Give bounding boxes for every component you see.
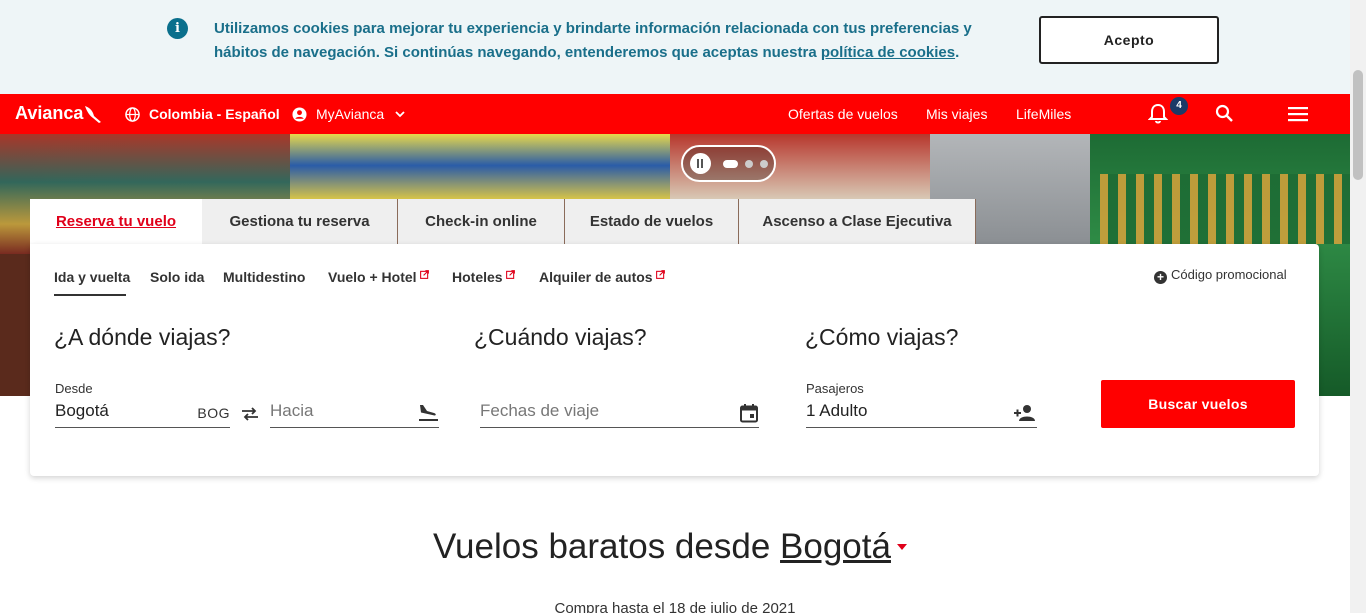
destination-placeholder: Hacia: [270, 401, 314, 420]
page: i Utilizamos cookies para mejorar tu exp…: [0, 0, 1366, 613]
add-person-icon: [1014, 405, 1035, 421]
deals-subtitle: Compra hasta el 18 de julio de 2021: [554, 600, 796, 613]
origin-field[interactable]: Bogotá BOG: [55, 401, 230, 428]
how-heading: ¿Cómo viajas?: [805, 324, 959, 350]
plus-circle-icon: +: [1154, 271, 1167, 284]
subtab-active-indicator: [54, 294, 126, 296]
from-label: Desde: [55, 381, 93, 396]
page-scrollbar[interactable]: [1350, 0, 1366, 613]
external-link-icon: [505, 270, 515, 279]
top-navbar: Avianca Colombia - Español MyAvianca Ofe…: [0, 94, 1350, 134]
subtab-ida-y-vuelta[interactable]: Ida y vuelta: [54, 269, 130, 285]
info-icon: i: [167, 18, 188, 39]
search-icon[interactable]: [1215, 104, 1234, 123]
subtab-alquiler-de-autos[interactable]: Alquiler de autos: [539, 269, 665, 285]
promo-code-label: Código promocional: [1171, 267, 1287, 282]
accept-cookies-button[interactable]: Acepto: [1039, 16, 1219, 64]
cookie-banner: i Utilizamos cookies para mejorar tu exp…: [0, 0, 1350, 94]
promo-code-link[interactable]: + Código promocional: [1154, 267, 1287, 284]
tab-ascenso-ejecutiva[interactable]: Ascenso a Clase Ejecutiva: [739, 199, 976, 244]
dates-field[interactable]: Fechas de viaje: [480, 401, 759, 428]
cookie-message-suffix: .: [955, 44, 960, 61]
subtab-alquiler-label: Alquiler de autos: [539, 269, 653, 285]
passengers-label: Pasajeros: [806, 381, 864, 396]
subtab-multidestino[interactable]: Multidestino: [223, 269, 305, 285]
carousel-dot-3[interactable]: [760, 160, 768, 168]
tab-gestiona-tu-reserva[interactable]: Gestiona tu reserva: [202, 199, 398, 244]
avianca-logo[interactable]: Avianca: [15, 103, 83, 124]
origin-code: BOG: [197, 405, 230, 421]
hamburger-menu-icon[interactable]: [1287, 105, 1309, 123]
passengers-field[interactable]: 1 Adulto: [806, 401, 1037, 428]
tab-reserva-tu-vuelo[interactable]: Reserva tu vuelo: [30, 199, 202, 244]
nav-link-ofertas[interactable]: Ofertas de vuelos: [788, 106, 898, 122]
booking-panel: Ida y vuelta Solo ida Multidestino Vuelo…: [30, 244, 1319, 476]
calendar-icon: [740, 404, 758, 423]
cookie-message: Utilizamos cookies para mejorar tu exper…: [214, 17, 1014, 65]
destination-field[interactable]: Hacia: [270, 401, 439, 428]
notifications-badge: 4: [1170, 97, 1188, 115]
tab-estado-de-vuelos[interactable]: Estado de vuelos: [565, 199, 739, 244]
country-language-selector[interactable]: Colombia - Español: [149, 106, 280, 122]
user-icon: [292, 107, 307, 122]
swap-arrows-icon[interactable]: [240, 406, 260, 422]
caret-down-icon[interactable]: [896, 544, 907, 550]
subtab-hoteles[interactable]: Hoteles: [452, 269, 515, 285]
cookie-policy-link[interactable]: política de cookies: [821, 44, 955, 61]
passengers-value: 1 Adulto: [806, 401, 868, 420]
external-link-icon: [419, 270, 429, 279]
carousel-dot-2[interactable]: [745, 160, 753, 168]
when-heading: ¿Cuándo viajas?: [474, 324, 647, 350]
bell-icon[interactable]: [1148, 103, 1168, 125]
scrollbar-thumb[interactable]: [1353, 70, 1363, 180]
deals-title-prefix: Vuelos baratos desde: [433, 527, 771, 566]
external-link-icon: [655, 270, 665, 279]
subtab-vuelo-hotel[interactable]: Vuelo + Hotel: [328, 269, 429, 285]
nav-link-lifemiles[interactable]: LifeMiles: [1016, 106, 1071, 122]
carousel-dot-1[interactable]: [723, 160, 738, 168]
plane-landing-icon: [419, 405, 438, 421]
search-flights-button[interactable]: Buscar vuelos: [1101, 380, 1295, 428]
myavianca-menu[interactable]: MyAvianca: [316, 106, 384, 122]
bird-logo-icon: [85, 106, 101, 123]
carousel-controls: [681, 145, 776, 182]
where-heading: ¿A dónde viajas?: [54, 324, 231, 350]
deals-title: Vuelos baratos desde Bogotá: [0, 527, 1340, 567]
subtab-hoteles-label: Hoteles: [452, 269, 503, 285]
globe-icon: [125, 107, 140, 122]
tab-check-in-online[interactable]: Check-in online: [398, 199, 565, 244]
chevron-down-icon[interactable]: [395, 109, 405, 119]
dates-placeholder: Fechas de viaje: [480, 401, 600, 420]
pause-icon[interactable]: [690, 153, 711, 174]
subtab-solo-ida[interactable]: Solo ida: [150, 269, 204, 285]
origin-city-selector[interactable]: Bogotá: [780, 527, 891, 566]
origin-value: Bogotá: [55, 401, 109, 420]
nav-link-mis-viajes[interactable]: Mis viajes: [926, 106, 987, 122]
subtab-vuelo-hotel-label: Vuelo + Hotel: [328, 269, 417, 285]
